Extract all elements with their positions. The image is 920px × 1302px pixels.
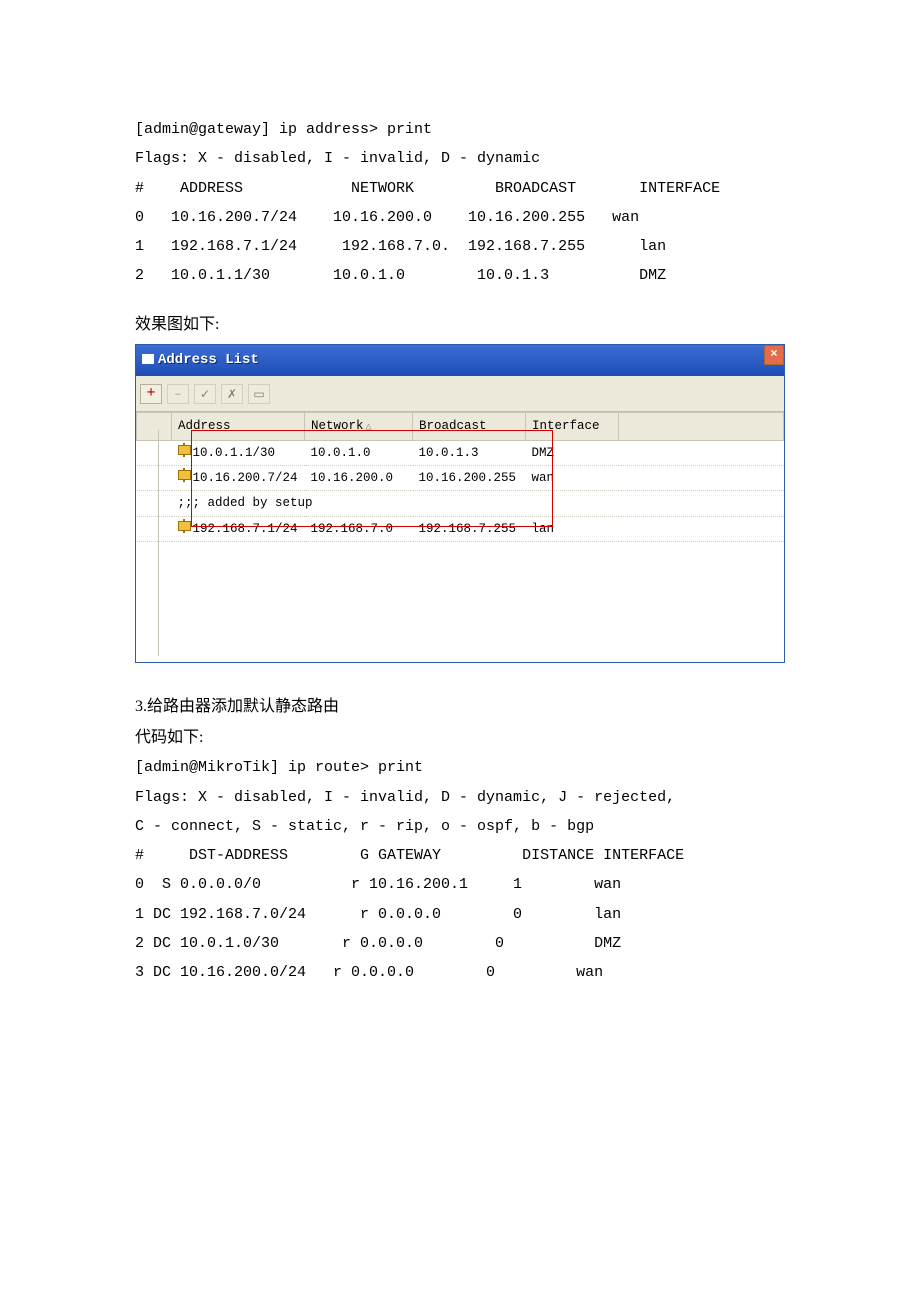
address-table: Address Network△ Broadcast Interface 10.… [136, 412, 784, 542]
col-interface[interactable]: Interface [526, 413, 619, 440]
window-titlebar[interactable]: Address List × [136, 345, 784, 376]
close-icon[interactable]: × [764, 345, 784, 365]
comment-button[interactable]: ▭ [248, 384, 270, 404]
table-row[interactable]: 10.16.200.7/24 10.16.200.0 10.16.200.255… [137, 465, 784, 490]
window-icon [142, 354, 154, 364]
col-address[interactable]: Address [172, 413, 305, 440]
column-divider [158, 430, 159, 656]
cmd-line: [admin@MikroTik] ip route> print [135, 753, 785, 782]
comment-row: ;;; added by setup [137, 491, 784, 516]
addr-header: # ADDRESS NETWORK BROADCAST INTERFACE [135, 174, 785, 203]
route-row: 3 DC 10.16.200.0/24 r 0.0.0.0 0 wan [135, 958, 785, 987]
table-row[interactable]: 192.168.7.1/24 192.168.7.0 192.168.7.255… [137, 516, 784, 541]
route-row: 0 S 0.0.0.0/0 r 10.16.200.1 1 wan [135, 870, 785, 899]
flags-line2: C - connect, S - static, r - rip, o - os… [135, 812, 785, 841]
address-list-window: Address List × + − ✓ ✗ ▭ Address Network… [135, 344, 785, 663]
cmd-line: [admin@gateway] ip address> print [135, 115, 785, 144]
address-icon [178, 470, 191, 480]
remove-button[interactable]: − [167, 384, 189, 404]
table-area: Address Network△ Broadcast Interface 10.… [136, 412, 784, 662]
ip-route-print-output: [admin@MikroTik] ip route> print Flags: … [135, 753, 785, 987]
addr-row: 1 192.168.7.1/24 192.168.7.0. 192.168.7.… [135, 232, 785, 261]
addr-row: 0 10.16.200.7/24 10.16.200.0 10.16.200.2… [135, 203, 785, 232]
route-header: # DST-ADDRESS G GATEWAY DISTANCE INTERFA… [135, 841, 785, 870]
effect-caption: 效果图如下: [135, 309, 785, 340]
table-header-row: Address Network△ Broadcast Interface [137, 413, 784, 440]
toolbar: + − ✓ ✗ ▭ [136, 376, 784, 412]
add-button[interactable]: + [140, 384, 162, 404]
route-row: 1 DC 192.168.7.0/24 r 0.0.0.0 0 lan [135, 900, 785, 929]
disable-button[interactable]: ✗ [221, 384, 243, 404]
flags-line: Flags: X - disabled, I - invalid, D - dy… [135, 144, 785, 173]
col-network[interactable]: Network△ [305, 413, 413, 440]
code-caption: 代码如下: [135, 722, 785, 753]
address-icon [178, 521, 191, 531]
section3-heading: 3.给路由器添加默认静态路由 [135, 691, 785, 722]
enable-button[interactable]: ✓ [194, 384, 216, 404]
route-row: 2 DC 10.0.1.0/30 r 0.0.0.0 0 DMZ [135, 929, 785, 958]
address-icon [178, 445, 191, 455]
flags-line1: Flags: X - disabled, I - invalid, D - dy… [135, 783, 785, 812]
table-row[interactable]: 10.0.1.1/30 10.0.1.0 10.0.1.3 DMZ [137, 440, 784, 465]
col-broadcast[interactable]: Broadcast [413, 413, 526, 440]
window-title: Address List [158, 352, 259, 368]
sort-icon: △ [364, 422, 372, 433]
col-spare [619, 413, 784, 440]
addr-row: 2 10.0.1.1/30 10.0.1.0 10.0.1.3 DMZ [135, 261, 785, 290]
ip-address-print-output: [admin@gateway] ip address> print Flags:… [135, 115, 785, 291]
